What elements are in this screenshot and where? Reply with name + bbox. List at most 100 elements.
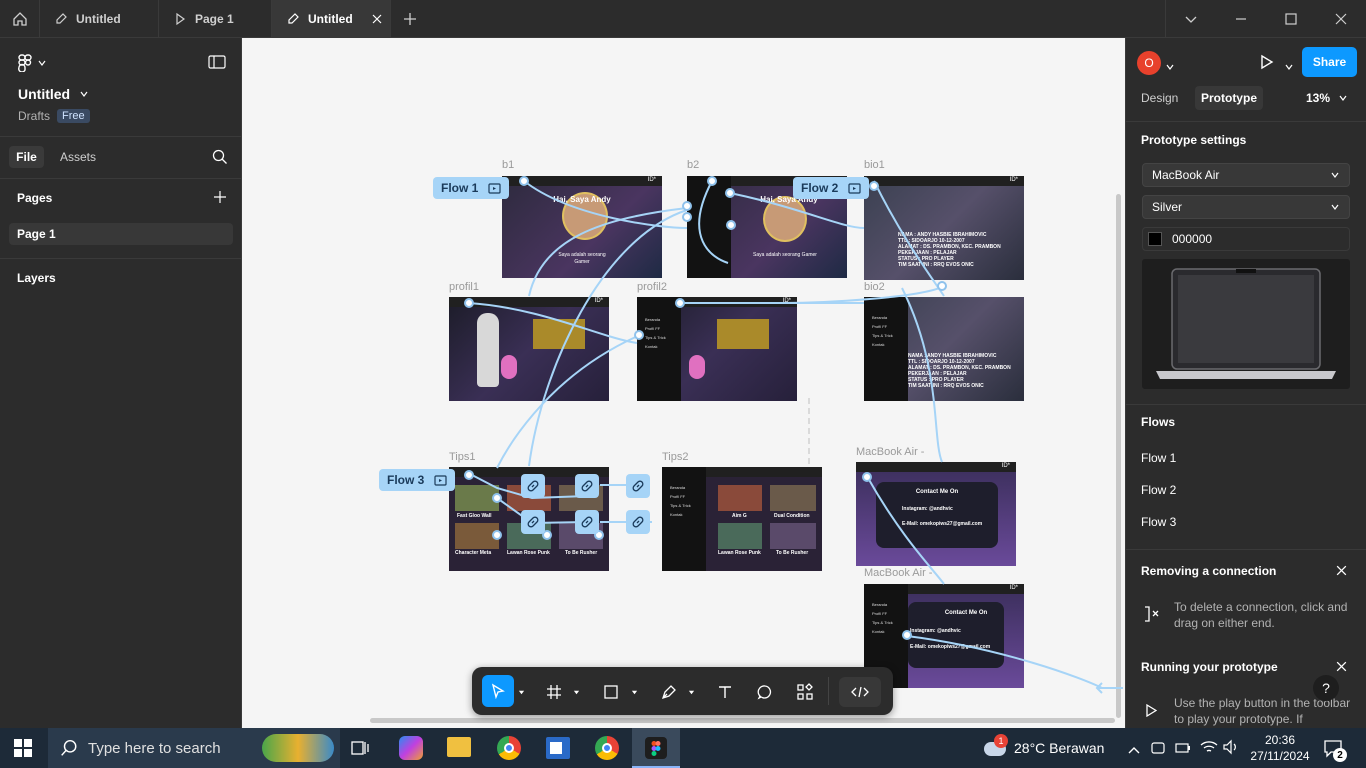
- device-select[interactable]: MacBook Air: [1142, 163, 1350, 187]
- move-tool-button[interactable]: [482, 675, 514, 707]
- minimize-button[interactable]: [1234, 12, 1248, 31]
- connection-handle[interactable]: [682, 212, 692, 222]
- tab-untitled-1[interactable]: Untitled: [40, 0, 159, 38]
- notification-center-button[interactable]: 2: [1323, 738, 1347, 763]
- news-app-icon[interactable]: [546, 737, 570, 759]
- close-icon[interactable]: [371, 13, 383, 25]
- connection-handle[interactable]: [492, 493, 502, 503]
- help-button[interactable]: ?: [1313, 675, 1339, 701]
- color-swatch[interactable]: [1148, 232, 1162, 246]
- move-tool-dropdown[interactable]: [514, 677, 528, 707]
- link-button[interactable]: [575, 474, 599, 498]
- flow-list-item-1[interactable]: Flow 1: [1141, 451, 1176, 465]
- flow-label-3[interactable]: Flow 3: [379, 469, 456, 491]
- file-name-button[interactable]: Untitled: [18, 86, 88, 102]
- sidebar-icon: [208, 55, 226, 69]
- text-tool-button[interactable]: [710, 677, 740, 707]
- dev-mode-toggle[interactable]: [839, 677, 881, 707]
- plan-badge[interactable]: Free: [57, 109, 90, 123]
- shape-tool-dropdown[interactable]: [627, 677, 641, 707]
- tab-file[interactable]: File: [9, 146, 44, 168]
- connection-handle[interactable]: [492, 530, 502, 540]
- main-menu-button[interactable]: [18, 54, 46, 72]
- link-button[interactable]: [521, 474, 545, 498]
- play-icon: [1261, 54, 1274, 70]
- link-button[interactable]: [626, 510, 650, 534]
- close-icon: [1335, 13, 1347, 25]
- connection-handle[interactable]: [862, 472, 872, 482]
- toggle-sidebar-button[interactable]: [208, 55, 226, 74]
- file-explorer-app-icon[interactable]: [447, 737, 471, 757]
- connection-handle[interactable]: [682, 201, 692, 211]
- device-model-select[interactable]: Silver: [1142, 195, 1350, 219]
- link-button[interactable]: [626, 474, 650, 498]
- chrome-app-icon-2[interactable]: [595, 736, 619, 760]
- window-close-button[interactable]: [1334, 12, 1348, 31]
- battery-icon[interactable]: [1175, 741, 1191, 759]
- pen-tool-button[interactable]: [654, 677, 684, 707]
- rectangle-tool-button[interactable]: [596, 677, 626, 707]
- comment-tool-button[interactable]: [750, 677, 780, 707]
- tab-prototype[interactable]: Prototype: [1195, 86, 1263, 110]
- taskbar-search-box[interactable]: Type here to search: [48, 728, 340, 768]
- search-button[interactable]: [212, 149, 228, 170]
- tab-untitled-active[interactable]: Untitled: [272, 0, 391, 38]
- dismiss-tip-button[interactable]: [1335, 660, 1348, 678]
- zoom-control[interactable]: 13%: [1306, 91, 1347, 105]
- connection-handle[interactable]: [726, 220, 736, 230]
- copilot-app-icon[interactable]: [399, 736, 423, 760]
- present-button[interactable]: [1259, 54, 1275, 75]
- tabs-dropdown-button[interactable]: [1184, 12, 1198, 31]
- connection-handle[interactable]: [675, 298, 685, 308]
- connection-handle[interactable]: [464, 470, 474, 480]
- connection-handle[interactable]: [902, 630, 912, 640]
- weather-text[interactable]: 28°C Berawan: [1014, 740, 1104, 756]
- tab-page-1[interactable]: Page 1: [159, 0, 272, 38]
- link-button[interactable]: [575, 510, 599, 534]
- start-button[interactable]: [14, 739, 32, 762]
- tab-assets[interactable]: Assets: [60, 150, 96, 164]
- connection-handle[interactable]: [634, 330, 644, 340]
- meet-now-icon[interactable]: [1150, 740, 1166, 761]
- flow-label-2[interactable]: Flow 2: [793, 177, 870, 199]
- add-page-button[interactable]: [213, 190, 227, 209]
- connection-handle[interactable]: [869, 181, 879, 191]
- tray-overflow-button[interactable]: [1127, 742, 1141, 760]
- figma-taskbar-button[interactable]: [632, 728, 680, 768]
- chrome-app-icon[interactable]: [497, 736, 521, 760]
- connection-handle[interactable]: [725, 188, 735, 198]
- frame-tool-dropdown[interactable]: [569, 677, 583, 707]
- user-menu-dropdown[interactable]: [1166, 58, 1174, 76]
- resources-button[interactable]: [790, 677, 820, 707]
- avatar[interactable]: O: [1137, 51, 1161, 75]
- frame-tool-button[interactable]: [539, 677, 569, 707]
- flow-list-item-2[interactable]: Flow 2: [1141, 483, 1176, 497]
- dismiss-tip-button[interactable]: [1335, 564, 1348, 582]
- connection-handle[interactable]: [937, 281, 947, 291]
- present-dropdown[interactable]: [1285, 58, 1293, 76]
- connection-line: [901, 287, 943, 463]
- horizontal-scrollbar[interactable]: [370, 718, 1115, 723]
- home-button[interactable]: [0, 0, 40, 38]
- volume-icon[interactable]: [1222, 739, 1240, 760]
- share-button[interactable]: Share: [1302, 47, 1357, 77]
- connection-handle[interactable]: [519, 176, 529, 186]
- link-button[interactable]: [521, 510, 545, 534]
- flow-list-item-3[interactable]: Flow 3: [1141, 515, 1176, 529]
- clock[interactable]: 20:36 27/11/2024: [1250, 732, 1310, 764]
- design-canvas[interactable]: b1 b2 bio1 profil1 profil2 bio2 Tips1 Ti…: [242, 38, 1125, 728]
- chevron-down-icon: [1285, 64, 1293, 70]
- task-view-button[interactable]: [350, 738, 370, 763]
- tab-design[interactable]: Design: [1141, 91, 1178, 105]
- flow-label-1[interactable]: Flow 1: [433, 177, 510, 199]
- maximize-button[interactable]: [1284, 12, 1298, 31]
- connection-handle[interactable]: [707, 176, 717, 186]
- pen-tool-dropdown[interactable]: [684, 677, 698, 707]
- background-color-field[interactable]: 000000: [1142, 227, 1350, 251]
- new-tab-button[interactable]: [402, 11, 418, 32]
- wifi-icon[interactable]: [1200, 739, 1218, 760]
- vertical-scrollbar[interactable]: [1116, 194, 1121, 718]
- page-item-page-1[interactable]: Page 1: [9, 223, 233, 245]
- weather-icon[interactable]: 1: [982, 734, 1008, 760]
- connection-handle[interactable]: [464, 298, 474, 308]
